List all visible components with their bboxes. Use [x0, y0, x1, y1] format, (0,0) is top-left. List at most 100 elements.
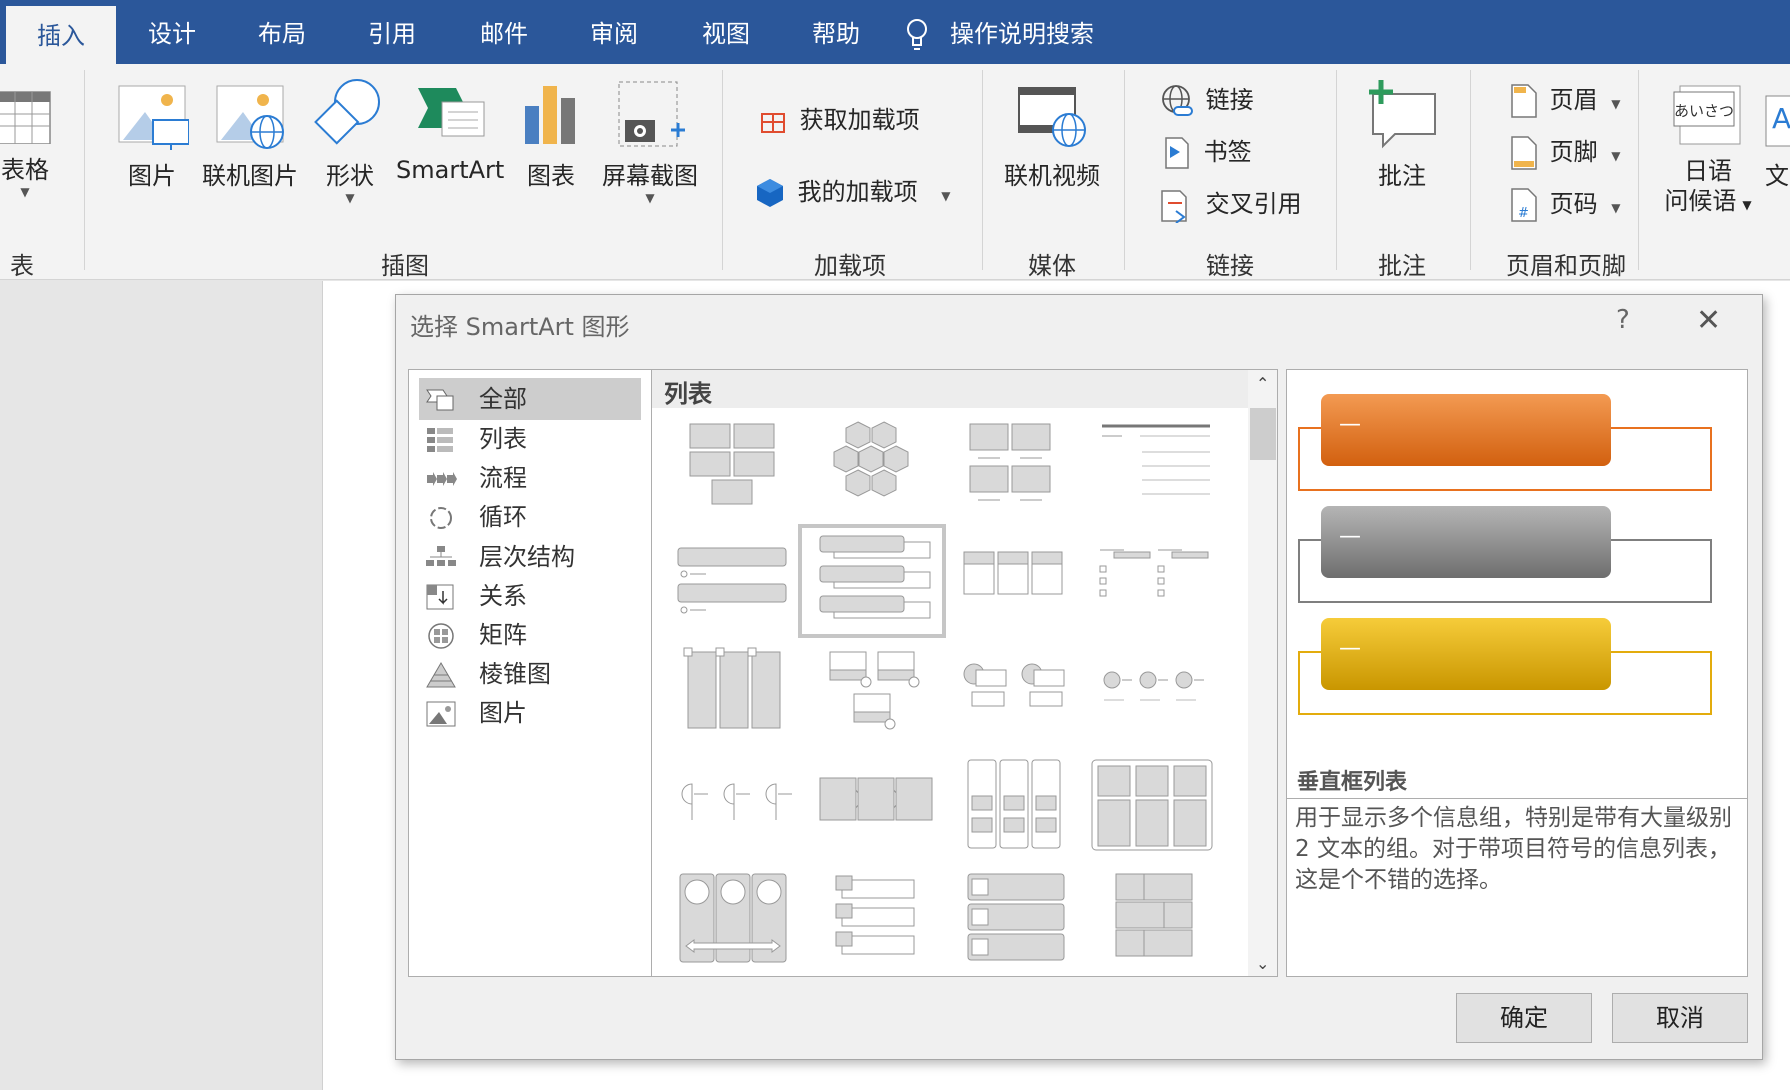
shapes-label: 形状	[326, 162, 374, 190]
footer-label: 页脚	[1549, 138, 1598, 166]
layout-horizontal-bullet-list[interactable]	[942, 528, 1082, 634]
category-matrix[interactable]: 矩阵	[419, 614, 641, 656]
layout-circle-timeline[interactable]	[1082, 642, 1222, 748]
online-video-label: 联机视频	[1004, 162, 1100, 190]
scroll-up-arrow-icon[interactable]: ⌃	[1256, 374, 1269, 393]
picture-button[interactable]: 图片	[114, 78, 190, 191]
screenshot-label: 屏幕截图	[602, 162, 698, 190]
group-divider	[1336, 70, 1337, 270]
smartart-button[interactable]: SmartArt	[396, 78, 504, 184]
hierarchy-category-icon	[426, 546, 456, 566]
japanese-label-line2: 问候语 ▼	[1660, 186, 1756, 220]
online-video-button[interactable]: 联机视频	[996, 78, 1108, 191]
my-addins-button[interactable]: 我的加载项 ▼	[754, 172, 951, 212]
category-label: 关系	[479, 582, 527, 610]
screenshot-button[interactable]: 屏幕截图 ▼	[598, 78, 702, 205]
chart-label: 图表	[527, 162, 575, 190]
category-label: 流程	[479, 464, 527, 492]
category-all[interactable]: 全部	[419, 378, 641, 420]
shapes-icon	[314, 79, 380, 145]
help-button[interactable]: ?	[1616, 305, 1630, 335]
group-label-illustrations: 插图	[381, 252, 429, 280]
page-number-button[interactable]: # 页码 ▼	[1510, 184, 1621, 224]
cross-reference-button[interactable]: 交叉引用	[1158, 184, 1302, 224]
layout-pie-accent-list[interactable]	[662, 756, 802, 862]
tell-me-search[interactable]: 操作说明搜索	[950, 0, 1094, 68]
smartart-icon	[418, 88, 485, 137]
layout-table-list[interactable]	[1082, 528, 1222, 634]
comment-label: 批注	[1378, 162, 1426, 190]
list-category-icon	[427, 428, 453, 452]
link-label: 链接	[1205, 86, 1254, 114]
link-button[interactable]: 链接	[1158, 80, 1254, 120]
greeting-card-text: あいさつ	[1674, 102, 1735, 120]
tab-review[interactable]: 审阅	[566, 0, 662, 64]
layout-accent-box-list[interactable]	[802, 870, 942, 976]
footer-button[interactable]: 页脚 ▼	[1510, 132, 1621, 172]
shapes-button[interactable]: 形状 ▼	[312, 78, 388, 205]
category-pyramid[interactable]: 棱锥图	[419, 653, 641, 695]
cancel-button[interactable]: 取消	[1612, 993, 1748, 1043]
layout-lined-list[interactable]	[1082, 414, 1222, 520]
gallery-scrollbar[interactable]: ⌃ ⌄	[1248, 370, 1277, 976]
smartart-dialog: 选择 SmartArt 图形 ? ✕ 全部 列表 流程 循环 层次结构 关系 矩…	[395, 294, 1763, 1060]
tab-view[interactable]: 视图	[678, 0, 774, 64]
category-label: 矩阵	[479, 621, 527, 649]
scroll-down-arrow-icon[interactable]: ⌄	[1256, 954, 1269, 973]
tab-help[interactable]: 帮助	[788, 0, 884, 64]
header-button[interactable]: 页眉 ▼	[1510, 80, 1621, 120]
tab-design[interactable]: 设计	[122, 0, 222, 64]
layout-brick-list[interactable]	[1082, 870, 1222, 976]
text-box-button[interactable]: A 文	[1764, 78, 1790, 191]
tab-mailings[interactable]: 邮件	[456, 0, 552, 64]
picture-label: 图片	[128, 162, 176, 190]
bookmark-button[interactable]: 书签	[1162, 132, 1252, 172]
layout-vertical-box-columns[interactable]	[942, 756, 1082, 862]
layout-vertical-box-list-selected[interactable]	[798, 524, 946, 638]
layout-chevron-accent-list[interactable]	[802, 756, 942, 862]
group-divider	[1124, 70, 1125, 270]
tab-insert[interactable]: 插入	[6, 6, 116, 64]
layout-bulleted-block-list[interactable]	[942, 870, 1082, 976]
layout-hexagon-cluster[interactable]	[802, 414, 942, 520]
table-label: 表格	[1, 156, 49, 184]
cross-reference-icon	[1161, 190, 1187, 224]
chart-button[interactable]: 图表	[516, 78, 586, 191]
layout-circle-accent-list[interactable]	[942, 642, 1082, 748]
get-addins-button[interactable]: 获取加载项	[758, 100, 920, 140]
store-icon	[761, 113, 785, 133]
category-list-item[interactable]: 列表	[419, 418, 641, 460]
layout-trapezoid-list[interactable]	[662, 642, 802, 748]
close-button[interactable]: ✕	[1696, 303, 1721, 338]
online-picture-button[interactable]: 联机图片	[200, 78, 300, 191]
category-hierarchy[interactable]: 层次结构	[419, 536, 641, 578]
layout-basic-block-list[interactable]	[662, 414, 802, 520]
layout-circle-columns[interactable]	[662, 870, 802, 976]
tab-references[interactable]: 引用	[344, 0, 440, 64]
header-label: 页眉	[1549, 86, 1598, 114]
category-cycle[interactable]: 循环	[419, 496, 641, 538]
dialog-title: 选择 SmartArt 图形	[410, 313, 630, 341]
chevron-down-icon: ▼	[20, 185, 30, 199]
layout-grouped-list[interactable]	[942, 414, 1082, 520]
japanese-label-line1: 日语	[1684, 157, 1732, 185]
comment-icon	[1369, 80, 1436, 149]
category-label: 层次结构	[479, 543, 575, 571]
table-button[interactable]: 表格 ▼	[0, 78, 54, 199]
category-process[interactable]: 流程	[419, 457, 641, 499]
picture-icon	[118, 85, 189, 150]
layout-picture-block-list[interactable]	[1082, 756, 1222, 862]
group-divider	[722, 70, 723, 270]
ok-button[interactable]: 确定	[1456, 993, 1592, 1043]
japanese-greetings-button[interactable]: あいさつ 日语 问候语 ▼	[1660, 78, 1756, 220]
category-relationship[interactable]: 关系	[419, 575, 641, 617]
online-video-icon	[1018, 87, 1086, 147]
layout-vertical-bullet-list[interactable]	[662, 528, 802, 634]
layout-stacked-list[interactable]	[802, 642, 942, 748]
category-picture[interactable]: 图片	[419, 692, 641, 734]
tab-layout[interactable]: 布局	[234, 0, 330, 64]
cycle-category-icon	[430, 507, 452, 529]
comment-button[interactable]: 批注	[1362, 78, 1442, 191]
scroll-thumb[interactable]	[1250, 408, 1276, 460]
preview-bullet-3: —	[1339, 636, 1361, 661]
